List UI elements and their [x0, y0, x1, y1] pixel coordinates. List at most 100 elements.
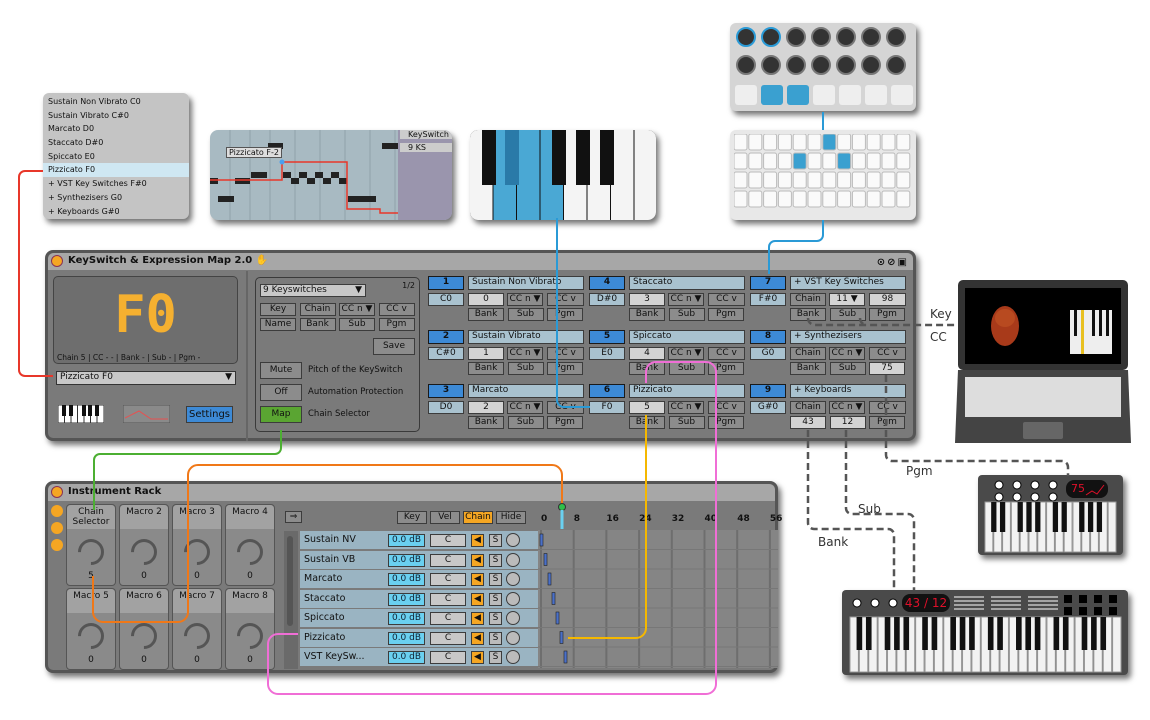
slot-bank[interactable]: Bank [629, 362, 665, 375]
slot-key[interactable]: D0 [428, 401, 464, 414]
slot-cc-value[interactable]: CC v [708, 293, 745, 306]
rack-power-button[interactable] [51, 486, 63, 498]
chain-row[interactable]: Spiccato 0.0 dB C ◀ S [300, 609, 538, 627]
chain-pan[interactable]: C [430, 631, 466, 645]
slot-cc-number[interactable]: CC n ▼ [507, 293, 543, 306]
automation-view-icon[interactable] [123, 405, 170, 423]
slot-name[interactable]: Sustain Non Vibrato [468, 276, 584, 290]
slot-cc-number[interactable]: CC n ▼ [507, 401, 543, 414]
speaker-icon[interactable]: ◀ [471, 612, 484, 625]
slot-chain[interactable]: Chain [790, 401, 826, 414]
chain-solo[interactable]: S [489, 553, 502, 567]
macro-4[interactable]: Macro 4 0 [225, 504, 275, 586]
chain-solo[interactable]: S [489, 592, 502, 606]
slot-key[interactable]: C#0 [428, 347, 464, 360]
macro-knob[interactable] [125, 533, 163, 571]
slot-name[interactable]: Pizzicato [629, 384, 745, 398]
chain-pan[interactable]: C [430, 651, 466, 664]
speaker-icon[interactable]: ◀ [471, 534, 484, 547]
slot-number[interactable]: 8 [750, 330, 786, 344]
macro-toggle-icon[interactable] [51, 505, 63, 517]
chain-row[interactable]: VST KeySw... 0.0 dB C ◀ S [300, 648, 538, 666]
header-button-sub[interactable]: Sub [339, 318, 375, 331]
chain-zone[interactable] [559, 631, 564, 644]
chain-pan[interactable]: C [430, 573, 466, 586]
slot-key[interactable]: D#0 [589, 293, 625, 306]
header-button-key[interactable]: Key [260, 303, 296, 316]
slot-sub[interactable]: Sub [507, 416, 544, 429]
slot-name[interactable]: Spiccato [629, 330, 745, 344]
slot-cc-number[interactable]: CC n ▼ [507, 347, 543, 360]
header-button-bank[interactable]: Bank [299, 318, 336, 331]
slot-cc-value[interactable]: 98 [869, 293, 906, 306]
keyswitch-list-item[interactable]: + Keyboards G#0 [43, 205, 189, 219]
view-button-key[interactable]: Key [397, 511, 427, 524]
slot-cc-value[interactable]: CC v [708, 401, 745, 414]
macro-1[interactable]: Chain Selector 5 [66, 504, 116, 586]
header-button-chain[interactable]: Chain [299, 303, 336, 316]
slot-name[interactable]: + VST Key Switches [790, 276, 906, 290]
slot-name[interactable]: + Keyboards [790, 384, 906, 398]
macro-3[interactable]: Macro 3 0 [172, 504, 222, 586]
chain-zone[interactable] [563, 650, 568, 664]
chain-row[interactable]: Marcato 0.0 dB C ◀ S [300, 570, 538, 588]
slot-key[interactable]: F0 [589, 401, 625, 414]
chain-row[interactable]: Sustain NV 0.0 dB C ◀ S [300, 531, 538, 549]
slot-sub[interactable]: Sub [507, 308, 544, 321]
macro-knob[interactable] [178, 617, 216, 655]
slot-bank[interactable]: Bank [468, 308, 504, 321]
chain-name[interactable]: Marcato [304, 573, 342, 584]
hot-swap-icon[interactable] [506, 552, 520, 567]
settings-button[interactable]: Settings [186, 406, 233, 423]
slot-pgm[interactable]: Pgm [708, 416, 744, 429]
chain-pan[interactable]: C [430, 534, 466, 547]
keyboard-view-icon[interactable] [58, 405, 104, 423]
hot-swap-icon[interactable] [506, 533, 520, 547]
slot-sub[interactable]: Sub [668, 308, 705, 321]
save-button[interactable]: Save [373, 338, 415, 355]
slot-cc-value[interactable]: CC v [869, 401, 906, 414]
macro-knob[interactable] [125, 617, 163, 655]
macro-6[interactable]: Macro 6 0 [119, 588, 169, 670]
chain-solo[interactable]: S [489, 573, 502, 586]
slot-cc-value[interactable]: CC v [869, 347, 906, 360]
chain-volume[interactable]: 0.0 dB [388, 651, 425, 664]
option-button-off[interactable]: Off [260, 384, 302, 401]
chain-solo[interactable]: S [489, 651, 502, 664]
window-control-icons[interactable]: ⊙⊘▣ [877, 255, 909, 271]
keyswitch-list-item[interactable]: Staccato D#0 [43, 136, 189, 150]
slot-bank[interactable]: Bank [629, 416, 665, 429]
chain-solo[interactable]: S [489, 631, 502, 645]
hot-swap-icon[interactable] [506, 591, 520, 606]
slot-chain[interactable]: Chain [790, 347, 826, 360]
slot-sub[interactable]: Sub [507, 362, 544, 375]
rack-arrow-button[interactable]: ⇒ [285, 511, 302, 523]
speaker-icon[interactable]: ◀ [471, 573, 484, 586]
macro-knob[interactable] [178, 533, 216, 571]
slot-key[interactable]: C0 [428, 293, 464, 306]
chain-volume[interactable]: 0.0 dB [388, 631, 425, 645]
speaker-icon[interactable]: ◀ [471, 592, 484, 606]
chain-pan[interactable]: C [430, 612, 466, 625]
view-button-hide[interactable]: Hide [496, 511, 526, 524]
slot-sub[interactable]: 12 [829, 416, 866, 429]
chain-pan[interactable]: C [430, 592, 466, 606]
slot-sub[interactable]: Sub [668, 362, 705, 375]
option-button-mute[interactable]: Mute [260, 362, 302, 379]
slot-pgm[interactable]: Pgm [869, 416, 905, 429]
slot-sub[interactable]: Sub [829, 362, 866, 375]
slot-cc-value[interactable]: CC v [547, 401, 584, 414]
slot-number[interactable]: 4 [589, 276, 625, 290]
slot-chain[interactable]: 4 [629, 347, 665, 360]
macro-knob[interactable] [231, 533, 269, 571]
slot-number[interactable]: 3 [428, 384, 464, 398]
slot-cc-number[interactable]: CC n ▼ [829, 401, 865, 414]
slot-pgm[interactable]: Pgm [547, 362, 583, 375]
slot-pgm[interactable]: Pgm [547, 308, 583, 321]
slot-pgm[interactable]: Pgm [708, 308, 744, 321]
chain-row[interactable]: Sustain VB 0.0 dB C ◀ S [300, 550, 538, 569]
slot-bank[interactable]: Bank [468, 416, 504, 429]
chain-name[interactable]: Spiccato [304, 612, 345, 623]
slot-pgm[interactable]: Pgm [708, 362, 744, 375]
chain-volume[interactable]: 0.0 dB [388, 573, 425, 586]
